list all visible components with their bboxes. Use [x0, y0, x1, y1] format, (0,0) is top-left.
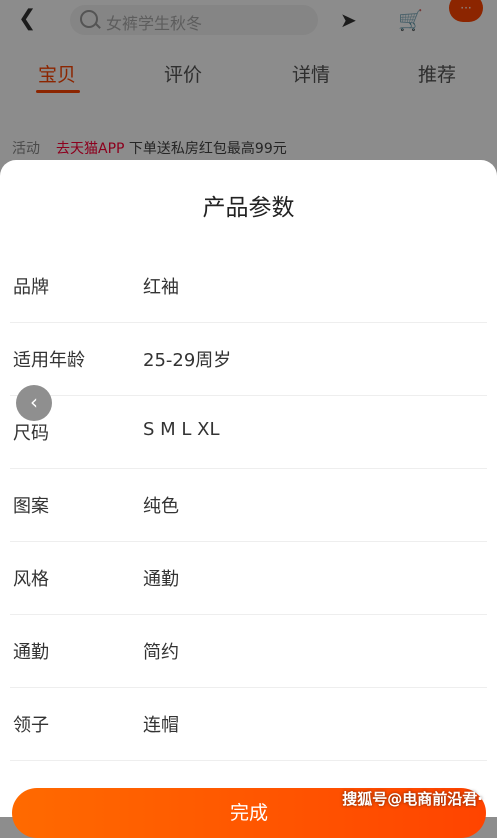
param-value: 25-29周岁: [143, 350, 232, 371]
param-value: 简约: [143, 642, 179, 663]
param-key: 领子: [13, 715, 49, 736]
param-key: 尺码: [13, 423, 49, 444]
param-key: 通勤: [13, 642, 49, 663]
param-row: 通勤 简约: [10, 614, 487, 688]
param-row: 图案 纯色: [10, 468, 487, 542]
param-row: 尺码 S M L XL: [10, 395, 487, 469]
param-value: 纯色: [143, 496, 179, 517]
param-key: 风格: [13, 569, 49, 590]
watermark: 搜狐号@电商前沿君·: [342, 790, 483, 808]
param-row: 适用年龄 25-29周岁: [10, 322, 487, 396]
param-row: 风格 通勤: [10, 541, 487, 615]
param-value: 通勤: [143, 569, 179, 590]
param-row: 领子 连帽: [10, 687, 487, 761]
param-value: S M L XL: [143, 419, 220, 440]
param-value: 红袖: [143, 277, 179, 298]
param-key: 品牌: [13, 277, 49, 298]
sheet-title: 产品参数: [202, 195, 295, 221]
param-row: 品牌 红袖: [10, 249, 487, 323]
param-key: 适用年龄: [13, 350, 85, 371]
param-value: 连帽: [143, 715, 179, 736]
product-params-sheet: 产品参数 品牌 红袖 适用年龄 25-29周岁 尺码 S M L XL 图案 纯…: [0, 160, 497, 817]
chevron-left-icon[interactable]: ‹: [16, 385, 52, 421]
param-key: 图案: [13, 496, 49, 517]
